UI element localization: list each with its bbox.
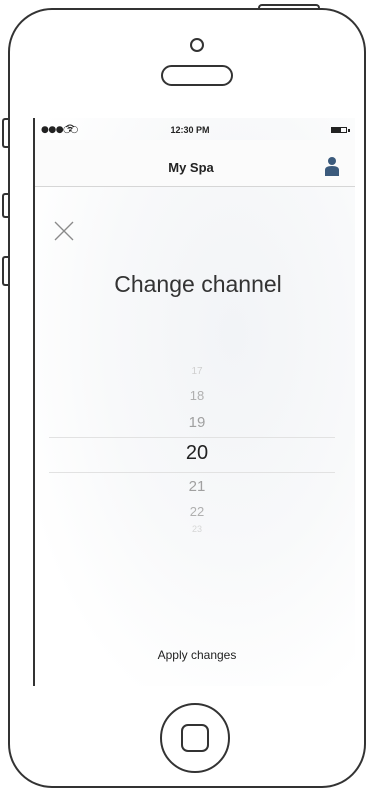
battery-icon [331,127,347,133]
picker-item[interactable]: 22 [39,504,355,519]
front-camera [190,38,204,52]
battery-level [332,128,342,132]
earpiece-speaker [161,65,233,86]
picker-selection-top-line [49,437,335,438]
picker-item[interactable]: 21 [39,478,355,495]
picker-item[interactable]: 19 [39,414,355,431]
picker-selection-bottom-line [49,472,335,473]
close-icon[interactable] [53,220,75,242]
picker-item-selected[interactable]: 20 [39,442,355,465]
home-button[interactable] [160,703,230,773]
home-button-square-icon [181,724,209,752]
picker-item[interactable]: 18 [39,388,355,403]
apply-changes-button[interactable]: Apply changes [39,648,355,662]
phone-mockup: ●●●○○ 12:30 PM My Spa Change channel 17 … [0,0,377,796]
nav-title: My Spa [168,160,214,175]
user-icon[interactable] [325,156,339,176]
picker-item[interactable]: 17 [39,366,355,377]
battery-tip [348,129,350,132]
picker-item[interactable]: 23 [39,524,355,532]
status-bar: ●●●○○ 12:30 PM [35,118,355,140]
nav-bar: My Spa [35,140,355,187]
modal-title: Change channel [114,271,282,297]
status-time: 12:30 PM [170,125,210,135]
phone-screen: ●●●○○ 12:30 PM My Spa Change channel 17 … [33,118,355,686]
